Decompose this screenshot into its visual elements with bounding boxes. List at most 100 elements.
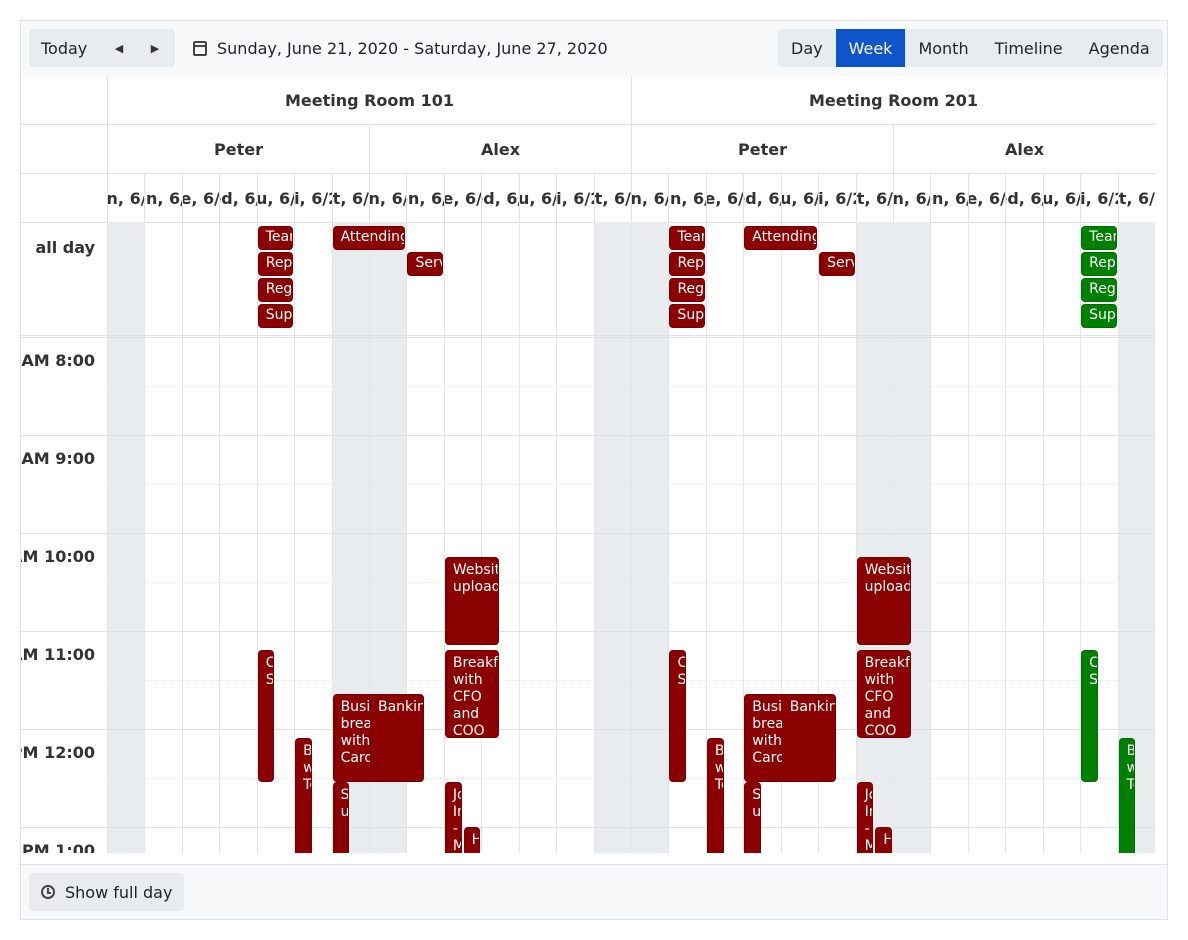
day-header[interactable]: Fri, 6/26 — [556, 174, 594, 222]
chevron-left-icon[interactable]: ◀ — [101, 29, 137, 67]
calendar-event[interactable]: Website upload — [444, 557, 499, 646]
day-header[interactable]: Sat, 6/27 — [1117, 174, 1155, 222]
scrollbar[interactable] — [1155, 76, 1167, 853]
allday-column[interactable] — [556, 222, 593, 335]
day-header[interactable]: Thu, 6/25 — [518, 174, 556, 222]
day-header[interactable]: Tue, 6/23 — [443, 174, 481, 222]
day-header[interactable]: Mon, 6/22 — [144, 174, 182, 222]
allday-column[interactable] — [855, 222, 893, 335]
calendar-event[interactable]: Website upload — [856, 557, 911, 646]
day-header[interactable]: Thu, 6/25 — [256, 174, 294, 222]
day-header[interactable]: Tue, 6/23 — [967, 174, 1005, 222]
calendar-event[interactable]: Car Ser — [1081, 650, 1098, 783]
view-day-button[interactable]: Day — [778, 29, 836, 67]
calendar-event[interactable]: Breakfast with CFO and COO — [856, 650, 911, 739]
day-column[interactable] — [556, 336, 593, 853]
view-timeline-button[interactable]: Timeline — [982, 29, 1076, 67]
allday-event[interactable]: Suppor — [669, 304, 705, 328]
day-header[interactable]: Sun, 6/21 — [631, 174, 668, 222]
allday-event[interactable]: Replace — [669, 252, 705, 276]
view-week-button[interactable]: Week — [835, 29, 906, 67]
allday-column[interactable] — [893, 222, 931, 335]
allday-column[interactable] — [705, 222, 743, 335]
day-header[interactable]: Tue, 6/23 — [705, 174, 743, 222]
allday-column[interactable] — [818, 222, 855, 335]
allday-event[interactable]: Server — [407, 252, 443, 276]
allday-event[interactable]: Registe — [669, 278, 705, 302]
allday-event[interactable]: Suppor — [257, 304, 294, 328]
day-header[interactable]: Sat, 6/27 — [331, 174, 369, 222]
allday-event[interactable]: Attending — [332, 226, 406, 250]
chevron-right-icon[interactable]: ▶ — [137, 29, 173, 67]
allday-event[interactable]: Team — [257, 226, 294, 250]
time-grid[interactable]: 8:00 AM 9:00 AM 10:00 AM 11:00 AM 12:00 PM 1:… — [21, 336, 1155, 853]
show-full-day-button[interactable]: Show full day — [29, 873, 185, 911]
day-header[interactable]: Tue, 6/23 — [181, 174, 219, 222]
day-header[interactable]: Sun, 6/21 — [893, 174, 930, 222]
day-header[interactable]: Thu, 6/25 — [780, 174, 818, 222]
allday-column[interactable] — [1042, 222, 1080, 335]
allday-event[interactable]: Attending — [744, 226, 818, 250]
day-column[interactable] — [930, 336, 967, 853]
day-column[interactable] — [1042, 336, 1080, 853]
day-column[interactable] — [967, 336, 1005, 853]
day-header[interactable]: Fri, 6/26 — [294, 174, 332, 222]
allday-column[interactable] — [219, 222, 256, 335]
day-header[interactable]: Thu, 6/25 — [1042, 174, 1080, 222]
calendar-event[interactable]: Help — [875, 826, 893, 853]
allday-event[interactable]: Team — [669, 226, 705, 250]
allday-event[interactable]: Server — [819, 252, 855, 276]
day-header[interactable]: Fri, 6/26 — [1080, 174, 1118, 222]
calendar-event[interactable]: Car Ser — [669, 650, 687, 783]
allday-event[interactable]: Replace — [1081, 252, 1117, 276]
allday-column[interactable] — [1117, 222, 1155, 335]
day-column[interactable] — [593, 336, 631, 853]
calendar-event[interactable]: Breakfast with Tom — [706, 738, 724, 853]
allday-column[interactable] — [144, 222, 181, 335]
allday-event[interactable]: Replace — [257, 252, 294, 276]
calendar-event[interactable]: Software upgrade — [332, 782, 350, 853]
day-header[interactable]: Wed, 6/24 — [481, 174, 519, 222]
calendar-event[interactable]: Job Interview - Marketing — [444, 782, 462, 853]
day-header[interactable]: Wed, 6/24 — [743, 174, 781, 222]
allday-column[interactable] — [481, 222, 518, 335]
allday-column[interactable] — [967, 222, 1005, 335]
allday-column[interactable] — [930, 222, 967, 335]
allday-column[interactable] — [443, 222, 481, 335]
calendar-event[interactable]: Breakfast with Tom — [295, 738, 312, 853]
allday-column[interactable] — [631, 222, 669, 335]
day-header[interactable]: Mon, 6/22 — [406, 174, 444, 222]
allday-column[interactable] — [1005, 222, 1042, 335]
allday-event[interactable]: Registe — [257, 278, 294, 302]
day-header[interactable]: Fri, 6/26 — [818, 174, 856, 222]
day-header[interactable]: Sat, 6/27 — [855, 174, 893, 222]
calendar-event[interactable]: Banking — [370, 694, 425, 783]
day-column[interactable] — [219, 336, 256, 853]
calendar-event[interactable]: Software upgrade — [744, 782, 761, 853]
calendar-event[interactable]: Help — [463, 826, 481, 853]
allday-column[interactable] — [593, 222, 631, 335]
allday-column[interactable] — [181, 222, 219, 335]
date-range-button[interactable]: Sunday, June 21, 2020 - Saturday, June 2… — [193, 29, 608, 67]
day-header[interactable]: Sun, 6/21 — [107, 174, 144, 222]
day-header[interactable]: Sat, 6/27 — [593, 174, 631, 222]
allday-event[interactable]: Team — [1081, 226, 1117, 250]
day-column[interactable] — [518, 336, 556, 853]
calendar-event[interactable]: Car Ser — [257, 650, 275, 783]
day-column[interactable] — [181, 336, 219, 853]
day-column[interactable] — [144, 336, 181, 853]
day-header[interactable]: Mon, 6/22 — [668, 174, 706, 222]
day-header[interactable]: Wed, 6/24 — [1005, 174, 1043, 222]
allday-column[interactable] — [107, 222, 144, 335]
calendar-event[interactable]: Banking — [781, 694, 836, 783]
calendar-event[interactable]: Breakfast with Tom — [1118, 738, 1136, 853]
day-header[interactable]: Mon, 6/22 — [930, 174, 968, 222]
allday-column[interactable] — [406, 222, 443, 335]
calendar-event[interactable]: Breakfast with CFO and COO — [444, 650, 499, 739]
calendar-event[interactable]: Job Interview - Marketing — [856, 782, 874, 853]
day-column[interactable] — [107, 336, 144, 853]
view-month-button[interactable]: Month — [905, 29, 981, 67]
day-column[interactable] — [1005, 336, 1042, 853]
allday-column[interactable] — [294, 222, 331, 335]
day-header[interactable]: Wed, 6/24 — [219, 174, 257, 222]
